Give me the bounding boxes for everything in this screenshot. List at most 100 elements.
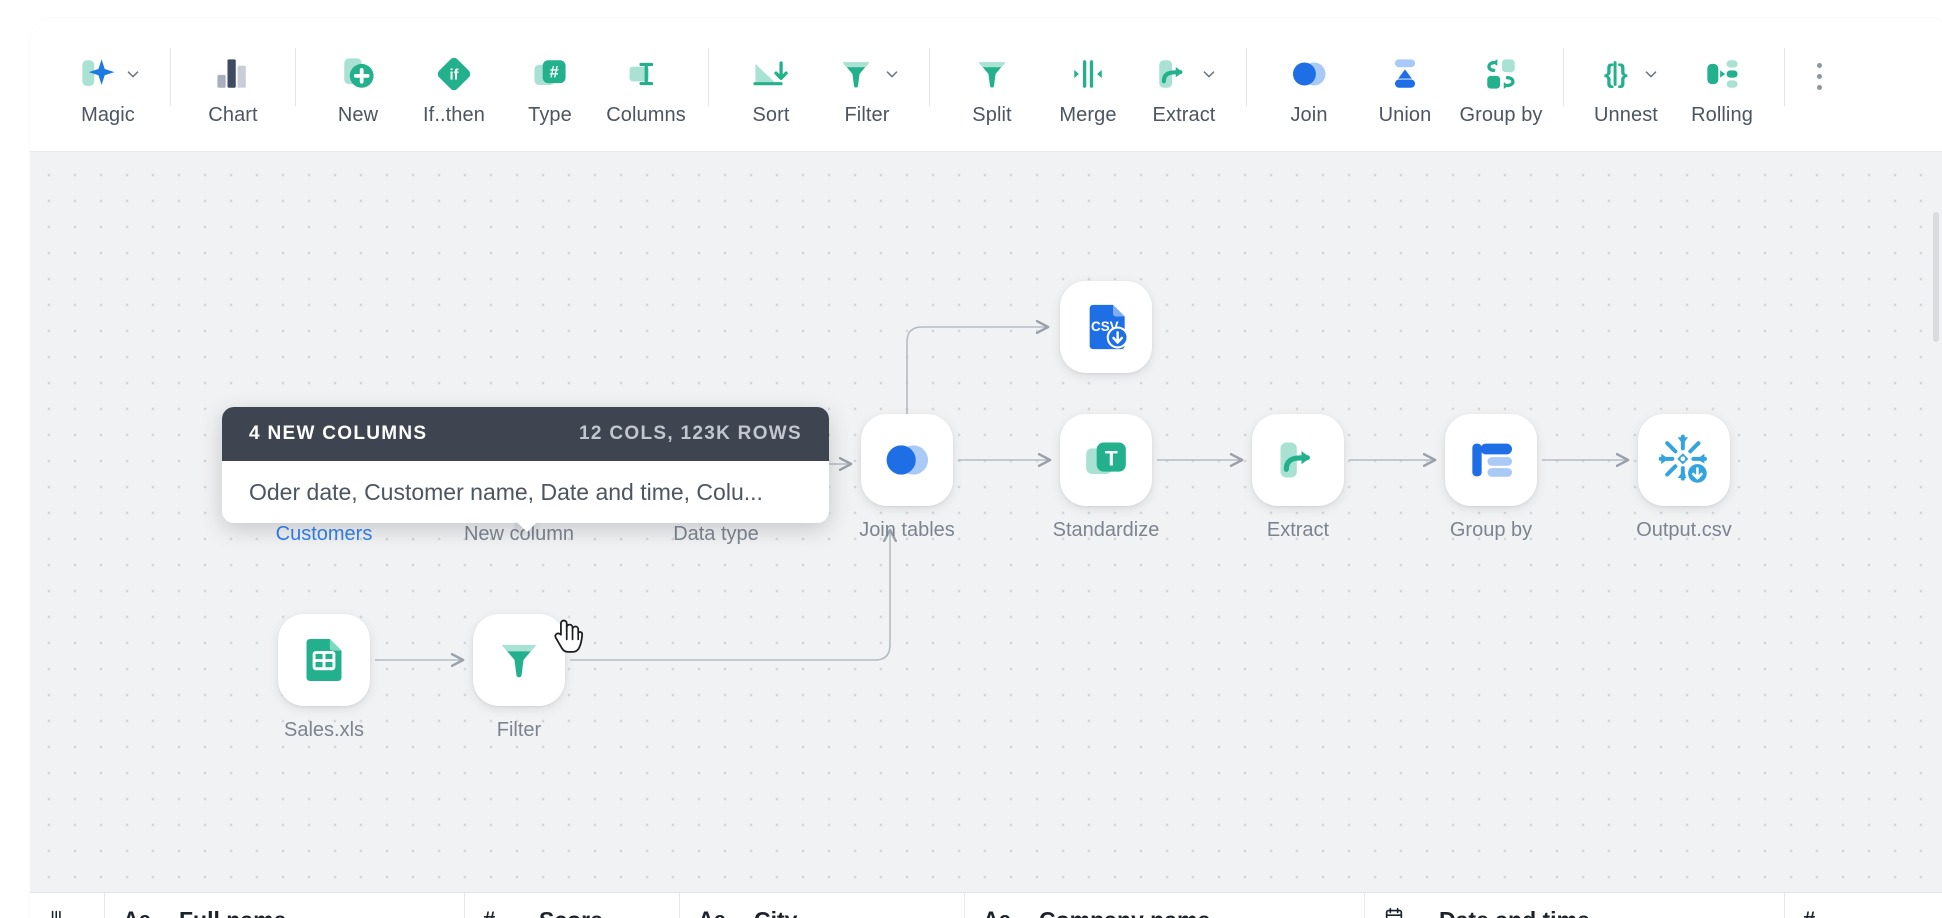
toolbar-item-label: Sort — [752, 104, 790, 126]
table-column-name: Date and time — [1439, 907, 1590, 918]
chevron-down-icon[interactable] — [124, 65, 142, 83]
table-column-name: Score — [539, 907, 603, 918]
toolbar-item-label: Group by — [1459, 104, 1543, 126]
filter-icon — [491, 632, 547, 688]
flow-node-join-tables[interactable] — [861, 414, 953, 506]
toolbar-item-merge[interactable]: Merge — [1040, 38, 1136, 134]
toolbar-item-rolling[interactable]: Rolling — [1674, 38, 1770, 134]
toolbar-item-columns[interactable]: Columns — [598, 38, 694, 134]
toolbar-item-extract[interactable]: Extract — [1136, 38, 1232, 134]
table-column-name: City — [754, 907, 797, 918]
snowflake-download-icon — [1656, 432, 1712, 488]
toolbar-item-if-then[interactable]: if If..then — [406, 38, 502, 134]
svg-text:{: { — [1604, 60, 1614, 88]
toolbar-icon-wrap — [624, 48, 668, 100]
unnest-icon: {} — [1593, 52, 1637, 96]
flow-node-label-group-by: Group by — [1449, 519, 1533, 541]
toolbar-icon-wrap — [834, 48, 901, 100]
table-column-header[interactable]: Aa Full name — [105, 893, 465, 918]
flow-node-label-data-type: Data type — [673, 523, 759, 545]
toolbar-item-type[interactable]: # Type — [502, 38, 598, 134]
csv-download-icon: CSV — [1078, 299, 1134, 355]
data-table-header: Aa Full name # Score Aa City Aa Company name Dat… — [30, 892, 1942, 918]
toolbar-icon-wrap — [970, 48, 1014, 100]
toolbar-item-new[interactable]: New — [310, 38, 406, 134]
toolbar-item-label: If..then — [423, 104, 485, 126]
toolbar-item-join[interactable]: Join — [1261, 38, 1357, 134]
extract-icon — [1151, 52, 1195, 96]
more-options-icon[interactable] — [1799, 46, 1839, 106]
table-column-header[interactable]: # — [1785, 893, 1942, 918]
toolbar-divider — [1246, 48, 1247, 106]
toolbar-icon-wrap — [75, 48, 142, 100]
group-by-blue-icon — [1463, 432, 1519, 488]
flow-node-label-standardize: Standardize — [1052, 519, 1160, 541]
toolbar-icon-wrap — [211, 48, 255, 100]
app-root: Magic Chart New if If..then # Type Columns Sort F… — [0, 0, 1942, 918]
toolbar-item-sort[interactable]: Sort — [723, 38, 819, 134]
column-type-icon: # — [483, 907, 513, 918]
column-type-icon: Aa — [123, 907, 153, 918]
columns-icon — [624, 52, 668, 96]
extract-icon — [1270, 432, 1326, 488]
sort-icon — [749, 52, 793, 96]
app-window: Magic Chart New if If..then # Type Columns Sort F… — [30, 18, 1942, 918]
data-type-icon: # — [528, 52, 572, 96]
column-type-icon: Aa — [983, 907, 1013, 918]
toolbar-item-split[interactable]: Split — [944, 38, 1040, 134]
toolbar-item-label: Union — [1378, 104, 1432, 126]
toolbar-item-unnest[interactable]: {} Unnest — [1578, 38, 1674, 134]
main-toolbar: Magic Chart New if If..then # Type Columns Sort F… — [30, 18, 1942, 152]
split-icon — [970, 52, 1014, 96]
flow-node-output-csv[interactable] — [1638, 414, 1730, 506]
toolbar-item-union[interactable]: Union — [1357, 38, 1453, 134]
flow-node-label-output-csv: Output.csv — [1636, 519, 1732, 541]
flow-node-standardize[interactable]: T — [1060, 414, 1152, 506]
toolbar-item-chart[interactable]: Chart — [185, 38, 281, 134]
toolbar-icon-wrap — [1700, 48, 1744, 100]
canvas-scrollbar[interactable] — [1933, 212, 1939, 342]
merge-icon — [1066, 52, 1110, 96]
rolling-icon — [1700, 52, 1744, 96]
toolbar-icon-wrap — [336, 48, 380, 100]
toolbar-icon-wrap: if — [432, 48, 476, 100]
toolbar-icon-wrap — [749, 48, 793, 100]
table-column-header[interactable]: Date and time — [1365, 893, 1785, 918]
toolbar-divider — [170, 48, 171, 106]
flow-node-output-csv-file[interactable]: CSV — [1060, 281, 1152, 373]
toolbar-item-label: Columns — [606, 104, 686, 126]
toolbar-divider — [1784, 48, 1785, 106]
svg-text:}: } — [1617, 60, 1627, 88]
join-icon — [1287, 52, 1331, 96]
flow-node-extract[interactable] — [1252, 414, 1344, 506]
chevron-down-icon[interactable] — [1642, 65, 1660, 83]
toolbar-item-label: Unnest — [1594, 104, 1658, 126]
table-column-header[interactable] — [30, 893, 105, 918]
table-column-header[interactable]: Aa Company name — [965, 893, 1365, 918]
toolbar-item-label: Rolling — [1691, 104, 1753, 126]
toolbar-item-label: Join — [1290, 104, 1328, 126]
standardize-t-icon: T — [1078, 432, 1134, 488]
chevron-down-icon[interactable] — [1200, 65, 1218, 83]
toolbar-icon-wrap: # — [528, 48, 572, 100]
group-by-icon — [1479, 52, 1523, 96]
table-column-header[interactable]: Aa City — [680, 893, 965, 918]
column-type-icon: # — [1803, 907, 1833, 918]
magic-wand-icon — [75, 52, 119, 96]
flow-node-group-by[interactable] — [1445, 414, 1537, 506]
union-icon — [1383, 52, 1427, 96]
flow-node-label-join-tables: Join tables — [859, 519, 955, 541]
toolbar-item-group-by[interactable]: Group by — [1453, 38, 1549, 134]
toolbar-item-label: Chart — [208, 104, 258, 126]
new-column-icon — [336, 52, 380, 96]
tooltip-pointer — [514, 522, 540, 536]
toolbar-item-filter[interactable]: Filter — [819, 38, 915, 134]
flow-node-sales-xls[interactable] — [278, 614, 370, 706]
toolbar-icon-wrap — [1479, 48, 1523, 100]
toolbar-divider — [929, 48, 930, 106]
flow-canvas[interactable]: CustomersNew column#Data typeJoin tables… — [30, 152, 1942, 892]
chevron-down-icon[interactable] — [883, 65, 901, 83]
toolbar-item-magic[interactable]: Magic — [60, 38, 156, 134]
toolbar-item-label: Split — [972, 104, 1012, 126]
table-column-header[interactable]: # Score — [465, 893, 680, 918]
